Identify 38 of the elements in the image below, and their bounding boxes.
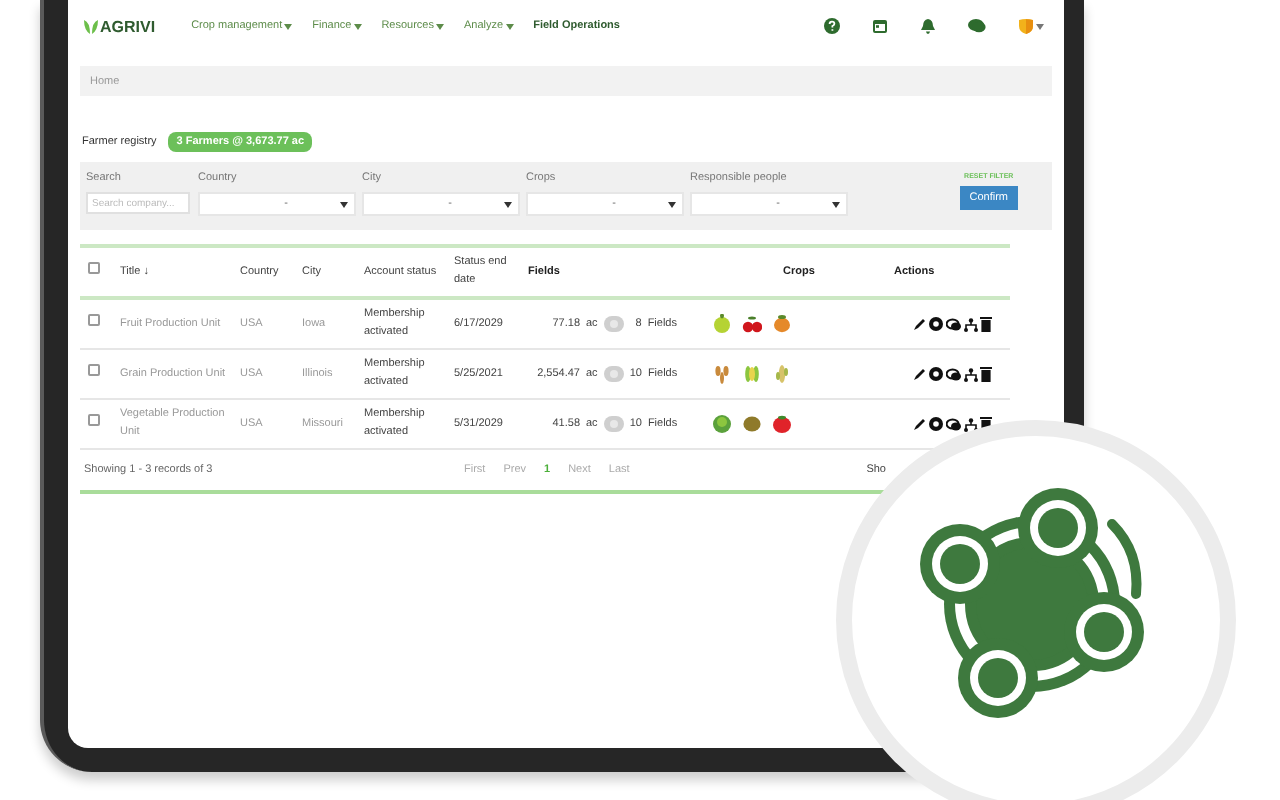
apple-icon [712, 314, 732, 334]
trash-icon[interactable] [979, 366, 991, 382]
bell-icon[interactable] [920, 18, 936, 34]
caret-icon [832, 201, 840, 207]
row-checkbox[interactable] [88, 414, 100, 427]
corn-icon [742, 364, 762, 384]
pencil-icon[interactable] [913, 318, 925, 330]
leaf-icon [84, 18, 98, 34]
calendar-icon[interactable] [872, 18, 888, 34]
hierarchy-icon[interactable] [963, 417, 977, 431]
wheat-icon [712, 364, 732, 384]
pencil-icon[interactable] [913, 368, 925, 380]
hierarchy-icon[interactable] [963, 367, 977, 381]
potato-icon [742, 414, 762, 434]
comments-icon[interactable] [945, 367, 961, 381]
tomato-icon [772, 414, 792, 434]
trash-icon[interactable] [979, 316, 991, 332]
logo[interactable]: AGRIVI [84, 17, 156, 35]
caret-icon [1036, 23, 1044, 29]
row-checkbox[interactable] [88, 364, 100, 377]
comments-icon[interactable] [945, 417, 961, 431]
user-avatar-icon [1018, 18, 1034, 34]
grain-icon [772, 364, 792, 384]
cabbage-icon [712, 414, 732, 434]
select-all-checkbox[interactable] [88, 262, 100, 275]
comments-icon[interactable] [945, 317, 961, 331]
caret-icon [504, 201, 512, 207]
user-menu[interactable] [1018, 18, 1044, 34]
chat-icon[interactable] [968, 18, 986, 34]
help-icon[interactable] [824, 18, 840, 34]
logo-text: AGRIVI [100, 17, 156, 35]
hierarchy-icon[interactable] [963, 317, 977, 331]
fruit-icon [772, 314, 792, 334]
cherry-icon [742, 314, 762, 334]
caret-icon [668, 201, 676, 207]
row-checkbox[interactable] [88, 314, 100, 327]
caret-icon [340, 201, 348, 207]
pencil-icon[interactable] [913, 418, 925, 430]
